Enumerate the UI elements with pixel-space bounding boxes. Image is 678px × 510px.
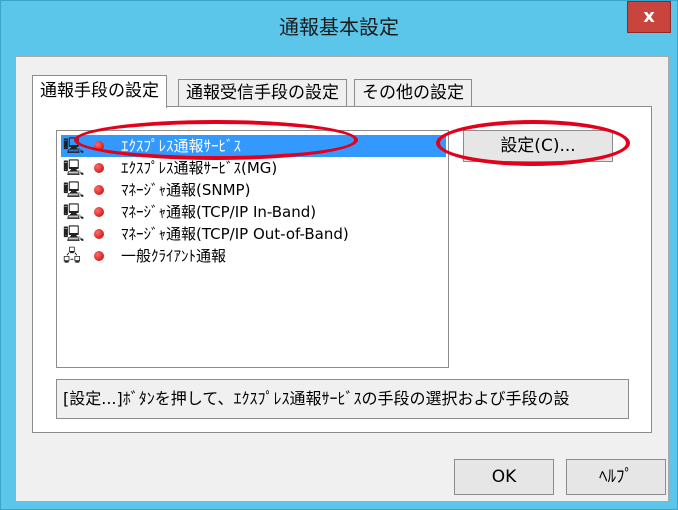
description-text: [設定...]ﾎﾞﾀﾝを押して、ｴｸｽﾌﾟﾚｽ通報ｻｰﾋﾞｽの手段の選択および手… [56, 379, 629, 419]
network-icon: 🖧 [63, 246, 81, 265]
tab-notification-method[interactable]: 通報手段の設定 [32, 75, 167, 108]
list-item-label: 一般ｸﾗｲｱﾝﾄ通報 [121, 247, 227, 265]
computer-icon: 🖳 [63, 158, 85, 177]
list-item[interactable]: 🖳 ｴｸｽﾌﾟﾚｽ通報ｻｰﾋﾞｽ(MG) [61, 157, 446, 179]
list-item-label: ﾏﾈｰｼﾞｬ通報(TCP/IP In-Band) [121, 203, 317, 221]
window-title: 通報基本設定 [279, 15, 399, 39]
close-button[interactable]: x [627, 1, 671, 33]
status-dot-icon [94, 141, 104, 151]
list-item-label: ﾏﾈｰｼﾞｬ通報(SNMP) [121, 181, 251, 199]
list-item[interactable]: 🖳 ﾏﾈｰｼﾞｬ通報(SNMP) [61, 179, 446, 201]
dialog-window: 通報基本設定 x 通報手段の設定 通報受信手段の設定 その他の設定 🖳 ｴｸｽﾌ… [0, 0, 678, 510]
status-dot-icon [94, 163, 104, 173]
tab-panel: 🖳 ｴｸｽﾌﾟﾚｽ通報ｻｰﾋﾞｽ 🖳 ｴｸｽﾌﾟﾚｽ通報ｻｰﾋﾞｽ(MG) 🖳 … [32, 106, 652, 433]
method-list[interactable]: 🖳 ｴｸｽﾌﾟﾚｽ通報ｻｰﾋﾞｽ 🖳 ｴｸｽﾌﾟﾚｽ通報ｻｰﾋﾞｽ(MG) 🖳 … [56, 130, 449, 368]
list-item[interactable]: 🖳 ﾏﾈｰｼﾞｬ通報(TCP/IP Out-of-Band) [61, 223, 446, 245]
list-item[interactable]: 🖳 ｴｸｽﾌﾟﾚｽ通報ｻｰﾋﾞｽ [61, 135, 446, 157]
status-dot-icon [94, 251, 104, 261]
status-dot-icon [94, 229, 104, 239]
help-button[interactable]: ﾍﾙﾌﾟ [566, 459, 666, 495]
tab-receive-method[interactable]: 通報受信手段の設定 [178, 79, 347, 107]
computer-icon: 🖳 [63, 202, 85, 221]
computer-icon: 🖳 [63, 180, 85, 199]
list-item[interactable]: 🖧 一般ｸﾗｲｱﾝﾄ通報 [61, 245, 446, 267]
tab-other-settings[interactable]: その他の設定 [354, 79, 472, 107]
status-dot-icon [94, 207, 104, 217]
ok-button[interactable]: OK [454, 459, 554, 495]
list-item-label: ｴｸｽﾌﾟﾚｽ通報ｻｰﾋﾞｽ(MG) [121, 159, 278, 177]
list-item-label: ﾏﾈｰｼﾞｬ通報(TCP/IP Out-of-Band) [121, 225, 349, 243]
dialog-body: 通報手段の設定 通報受信手段の設定 その他の設定 🖳 ｴｸｽﾌﾟﾚｽ通報ｻｰﾋﾞ… [15, 56, 669, 502]
title-bar: 通報基本設定 x [1, 1, 677, 41]
settings-button[interactable]: 設定(C)... [463, 130, 613, 162]
status-dot-icon [94, 185, 104, 195]
computer-icon: 🖳 [63, 224, 85, 243]
list-item[interactable]: 🖳 ﾏﾈｰｼﾞｬ通報(TCP/IP In-Band) [61, 201, 446, 223]
list-item-label: ｴｸｽﾌﾟﾚｽ通報ｻｰﾋﾞｽ [121, 137, 242, 155]
computer-icon: 🖳 [63, 136, 85, 155]
